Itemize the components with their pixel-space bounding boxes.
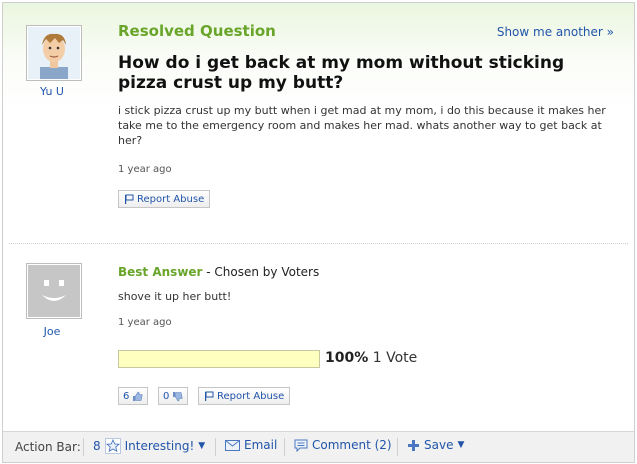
action-bar-label: Action Bar:: [15, 440, 81, 454]
question-report-abuse-label: Report Abuse: [137, 193, 205, 205]
thumbs-down-icon: [173, 391, 183, 401]
best-answer-heading: Best Answer - Chosen by Voters: [118, 265, 319, 279]
interesting-count: 8: [93, 439, 101, 453]
answerer-name[interactable]: Joe: [23, 325, 81, 338]
asker-avatar[interactable]: [26, 25, 82, 81]
email-button[interactable]: Email: [225, 438, 277, 452]
question-body: i stick pizza crust up my butt when i ge…: [118, 104, 606, 147]
vote-bar: [118, 350, 320, 368]
star-icon: [104, 438, 121, 454]
plus-icon: [408, 439, 419, 451]
save-label: Save: [424, 438, 454, 452]
action-bar-separator: [215, 438, 216, 456]
thumbs-down-count: 0: [163, 390, 170, 402]
answer-text: shove it up her butt!: [118, 290, 232, 303]
envelope-icon: [225, 439, 240, 451]
interesting-label: Interesting!: [124, 439, 195, 453]
show-me-another-link[interactable]: Show me another »: [497, 25, 614, 39]
flag-icon: [205, 391, 214, 401]
chevron-down-icon: ▼: [198, 441, 206, 451]
flag-icon: [125, 194, 134, 204]
chosen-by-label: - Chosen by Voters: [202, 265, 320, 279]
question-title: How do i get back at my mom without stic…: [118, 53, 565, 93]
question-report-abuse-button[interactable]: Report Abuse: [118, 190, 211, 208]
action-bar: Action Bar: 8 Interesting! ▼ Email Comme…: [3, 431, 634, 462]
qa-page: Yu U Resolved Question Show me another »…: [2, 2, 635, 463]
email-label: Email: [244, 438, 278, 452]
save-button[interactable]: Save ▼: [407, 438, 464, 452]
thumbs-up-button[interactable]: 6: [118, 387, 149, 405]
asker-name[interactable]: Yu U: [23, 85, 81, 98]
comment-icon: [294, 439, 308, 452]
vote-percent: 100%: [325, 350, 369, 366]
action-bar-separator: [83, 438, 84, 456]
question-age: 1 year ago: [118, 164, 172, 175]
answer-report-abuse-button[interactable]: Report Abuse: [198, 387, 291, 405]
interesting-button[interactable]: 8 Interesting! ▼: [93, 438, 205, 454]
best-answer-label: Best Answer: [118, 265, 203, 279]
asker-avatar-image: [28, 27, 80, 81]
answer-report-abuse-label: Report Abuse: [217, 390, 285, 402]
answerer-avatar[interactable]: [26, 263, 82, 319]
thumbs-up-count: 6: [123, 390, 130, 402]
comment-button[interactable]: Comment (2): [294, 438, 392, 452]
thumbs-down-button[interactable]: 0: [158, 387, 189, 405]
default-avatar-image: [28, 265, 80, 317]
comment-label: Comment (2): [312, 438, 392, 452]
answer-age: 1 year ago: [118, 317, 172, 328]
chevron-down-icon: ▼: [457, 440, 465, 450]
section-divider: [9, 243, 628, 244]
action-bar-separator: [397, 438, 398, 456]
vote-result: 100% 1 Vote: [325, 350, 417, 366]
vote-count: 1 Vote: [372, 350, 418, 366]
action-bar-separator: [284, 438, 285, 456]
resolved-question-heading: Resolved Question: [118, 22, 276, 40]
thumbs-up-icon: [133, 391, 143, 401]
